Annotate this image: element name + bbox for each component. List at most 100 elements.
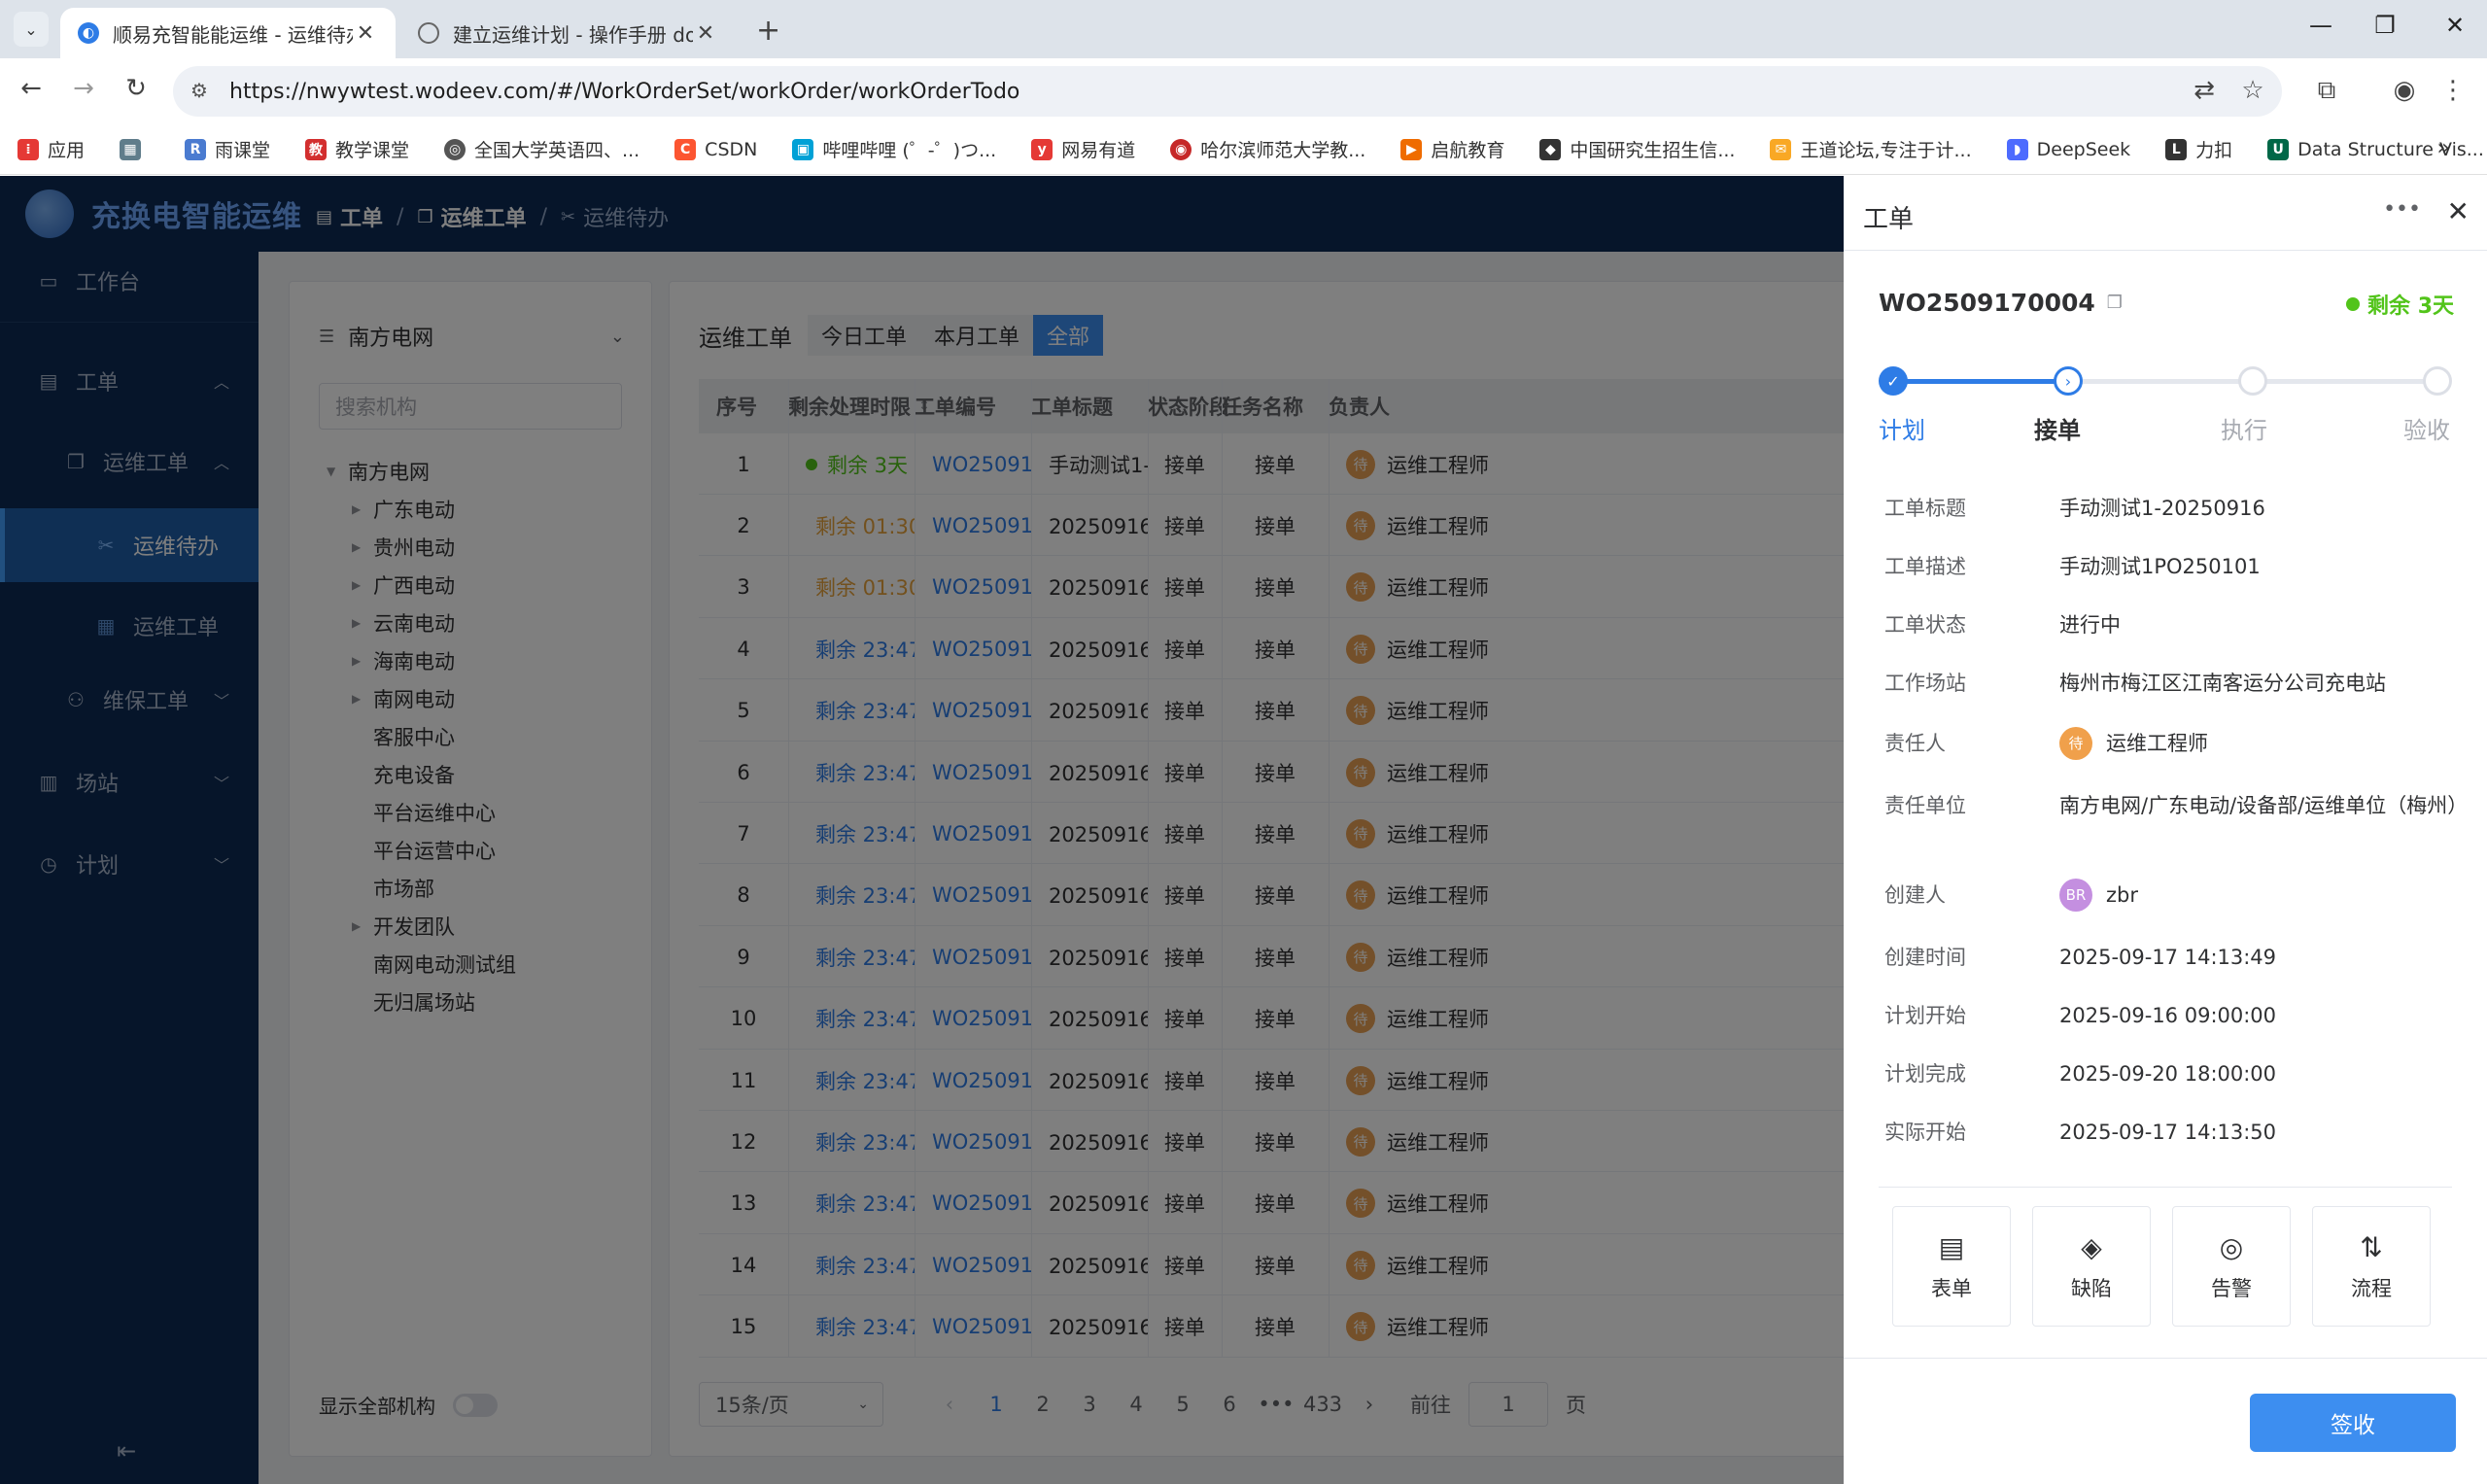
- workorder-link[interactable]: WO2509163289: [932, 638, 1031, 661]
- site-info-icon[interactable]: ⚙: [190, 79, 208, 102]
- action-form-button[interactable]: ▤ 表单: [1892, 1206, 2011, 1327]
- table-row[interactable]: 5 剩余 23:47 WO2509163288 20250916-流… 接单 接单 待运维工…: [699, 680, 1904, 742]
- tree-node[interactable]: ▶ 广西电动: [352, 570, 455, 600]
- tree-node[interactable]: 无归属场站: [352, 987, 475, 1017]
- bookmark-item[interactable]: ▶ 启航教育: [1400, 136, 1504, 162]
- sidebar-item-ops-workorder[interactable]: ❐ 运维工单 ︿: [0, 434, 259, 489]
- page-number[interactable]: 2: [1019, 1393, 1066, 1416]
- breadcrumb-item[interactable]: 工单: [340, 201, 383, 232]
- bookmark-item[interactable]: 教教学课堂: [305, 136, 409, 162]
- caret-right-icon[interactable]: ▶: [352, 578, 373, 592]
- tree-node[interactable]: ▶ 云南电动: [352, 608, 455, 638]
- copy-icon[interactable]: ❐: [2107, 293, 2123, 313]
- tree-node[interactable]: ▶ 海南电动: [352, 646, 455, 675]
- org-search-input[interactable]: 搜索机构: [319, 383, 622, 430]
- page-number[interactable]: 1: [973, 1393, 1019, 1416]
- workorder-link[interactable]: WO2509170004: [932, 453, 1031, 476]
- tab-close-icon[interactable]: ✕: [353, 21, 378, 46]
- bookmark-item[interactable]: ◆ 中国研究生招生信...: [1539, 136, 1735, 162]
- bookmark-item[interactable]: L 力扣: [2165, 136, 2232, 162]
- bookmarks-more-icon[interactable]: »: [2437, 136, 2450, 160]
- goto-page-input[interactable]: 1: [1468, 1382, 1548, 1427]
- minimize-icon[interactable]: —: [2301, 12, 2340, 39]
- prev-page-icon[interactable]: ‹: [926, 1393, 973, 1416]
- workorder-link[interactable]: WO2509163280: [932, 1191, 1031, 1215]
- workorder-link[interactable]: WO2509163279: [932, 1254, 1031, 1277]
- address-bar[interactable]: ⚙ https://nwywtest.wodeev.com/#/WorkOrde…: [173, 66, 2282, 117]
- tab-close-icon[interactable]: ✕: [693, 21, 718, 46]
- workorder-link[interactable]: WO2509163291: [932, 514, 1031, 537]
- table-row[interactable]: 2 剩余 01:30 WO2509163291 20250916-测… 接单 接单 待运维工…: [699, 495, 1904, 557]
- tab-month[interactable]: 本月工单: [920, 315, 1034, 356]
- show-all-toggle[interactable]: [453, 1393, 498, 1417]
- close-icon[interactable]: ✕: [2447, 195, 2470, 227]
- more-icon[interactable]: •••: [2383, 197, 2421, 222]
- bookmark-item[interactable]: ◎ 全国大学英语四、...: [444, 136, 639, 162]
- bookmark-item[interactable]: ⁞ 应用: [17, 136, 85, 162]
- reload-icon[interactable]: ↻: [119, 74, 154, 103]
- caret-right-icon[interactable]: ▶: [352, 540, 373, 554]
- caret-right-icon[interactable]: ▶: [352, 616, 373, 630]
- tree-node[interactable]: 市场部: [352, 874, 434, 903]
- caret-right-icon[interactable]: ▶: [352, 692, 373, 706]
- tree-node[interactable]: ▶ 贵州电动: [352, 533, 455, 562]
- bookmark-item[interactable]: R 雨课堂: [185, 136, 270, 162]
- action-flow-button[interactable]: ⇅ 流程: [2312, 1206, 2431, 1327]
- caret-right-icon[interactable]: ▶: [352, 502, 373, 516]
- next-page-icon[interactable]: ›: [1346, 1393, 1393, 1416]
- tree-node[interactable]: 客服中心: [352, 722, 455, 751]
- page-number[interactable]: 5: [1159, 1393, 1206, 1416]
- bookmark-item[interactable]: ▦: [120, 138, 150, 160]
- bookmark-item[interactable]: y 网易有道: [1031, 136, 1135, 162]
- bookmark-item[interactable]: ✉ 王道论坛,专注于计...: [1770, 136, 1972, 162]
- table-row[interactable]: 1 剩余 3天 WO2509170004 手动测试1-20… 接单 接单 待运维工程师: [699, 433, 1904, 495]
- table-row[interactable]: 15 剩余 23:47 WO2509163278 20250916-流… 接单 接单 待运维…: [699, 1296, 1904, 1358]
- sidebar-item-station[interactable]: ▥ 场站 ﹀: [0, 755, 259, 810]
- table-row[interactable]: 14 剩余 23:47 WO2509163279 20250916-流… 接单 接单 待运维…: [699, 1234, 1904, 1296]
- bookmark-item[interactable]: ◉ 哈尔滨师范大学教...: [1170, 136, 1365, 162]
- table-row[interactable]: 8 剩余 23:47 WO2509163285 20250916-流… 接单 接单 待运维工…: [699, 865, 1904, 926]
- workorder-link[interactable]: WO2509163288: [932, 699, 1031, 722]
- caret-down-icon[interactable]: ▼: [327, 465, 348, 478]
- app-logo[interactable]: 充换电智能运维: [25, 190, 302, 238]
- back-icon[interactable]: ←: [14, 74, 49, 103]
- browser-tab[interactable]: 建立运维计划 - 操作手册 docu ✕: [400, 8, 736, 58]
- sidebar-item-workorder[interactable]: ▤ 工单 ︿: [0, 354, 259, 408]
- bookmark-item[interactable]: C CSDN: [674, 138, 757, 160]
- tree-node[interactable]: ▶ 南网电动: [352, 684, 455, 713]
- column-header-sortable[interactable]: 剩余处理时限 ⇕: [788, 379, 930, 433]
- action-alarm-button[interactable]: ◎ 告警: [2172, 1206, 2291, 1327]
- page-size-select[interactable]: 15条/页 ⌄: [699, 1382, 883, 1427]
- page-ellipsis[interactable]: •••: [1253, 1393, 1299, 1416]
- sidebar-item-workbench[interactable]: ▭ 工作台: [0, 254, 259, 308]
- table-row[interactable]: 9 剩余 23:47 WO2509163284 20250916-流… 接单 接单 待运维工…: [699, 926, 1904, 988]
- new-tab-icon[interactable]: +: [756, 14, 780, 48]
- page-number[interactable]: 6: [1206, 1393, 1253, 1416]
- caret-right-icon[interactable]: ▶: [352, 919, 373, 933]
- table-row[interactable]: 10 剩余 23:47 WO2509163283 20250916-流… 接单 接单 待运维…: [699, 988, 1904, 1050]
- workorder-link[interactable]: WO2509163284: [932, 946, 1031, 969]
- table-row[interactable]: 12 剩余 23:47 WO2509163281 20250916-流… 接单 接单 待运维…: [699, 1111, 1904, 1173]
- tab-today[interactable]: 今日工单: [808, 315, 921, 356]
- action-defect-button[interactable]: ◈ 缺陷: [2032, 1206, 2151, 1327]
- workorder-link[interactable]: WO2509163287: [932, 761, 1031, 784]
- org-selector[interactable]: ☰ 南方电网 ⌄: [319, 321, 625, 352]
- tree-node[interactable]: ▶ 开发团队: [352, 912, 455, 941]
- sidebar-item-plan[interactable]: ◷ 计划 ﹀: [0, 837, 259, 891]
- caret-right-icon[interactable]: ▶: [352, 654, 373, 668]
- tree-node[interactable]: 平台运维中心: [352, 798, 496, 827]
- page-number[interactable]: 4: [1113, 1393, 1159, 1416]
- workorder-link[interactable]: WO2509163283: [932, 1007, 1031, 1030]
- collapse-menu-icon[interactable]: ⇤: [117, 1437, 136, 1465]
- sidebar-item-ops-todo[interactable]: ✂ 运维待办: [0, 508, 259, 582]
- forward-icon[interactable]: →: [66, 74, 101, 103]
- table-row[interactable]: 4 剩余 23:47 WO2509163289 20250916-流… 接单 接单 待运维工…: [699, 618, 1904, 680]
- workorder-link[interactable]: WO2509163282: [932, 1069, 1031, 1092]
- workorder-link[interactable]: WO2509163285: [932, 883, 1031, 907]
- browser-tab-active[interactable]: ◐ 顺易充智能能运维 - 运维待办 ✕: [60, 8, 396, 58]
- sidebar-item-ops-list[interactable]: ▦ 运维工单: [0, 599, 259, 653]
- table-row[interactable]: 7 剩余 23:47 WO2509163286 20250916-流… 接单 接单 待运维工…: [699, 803, 1904, 865]
- profile-icon[interactable]: ◉: [2387, 76, 2422, 105]
- bookmark-item[interactable]: ▣ 哔哩哔哩 (゜-゜)つ...: [792, 136, 996, 162]
- tree-node[interactable]: 充电设备: [352, 760, 455, 789]
